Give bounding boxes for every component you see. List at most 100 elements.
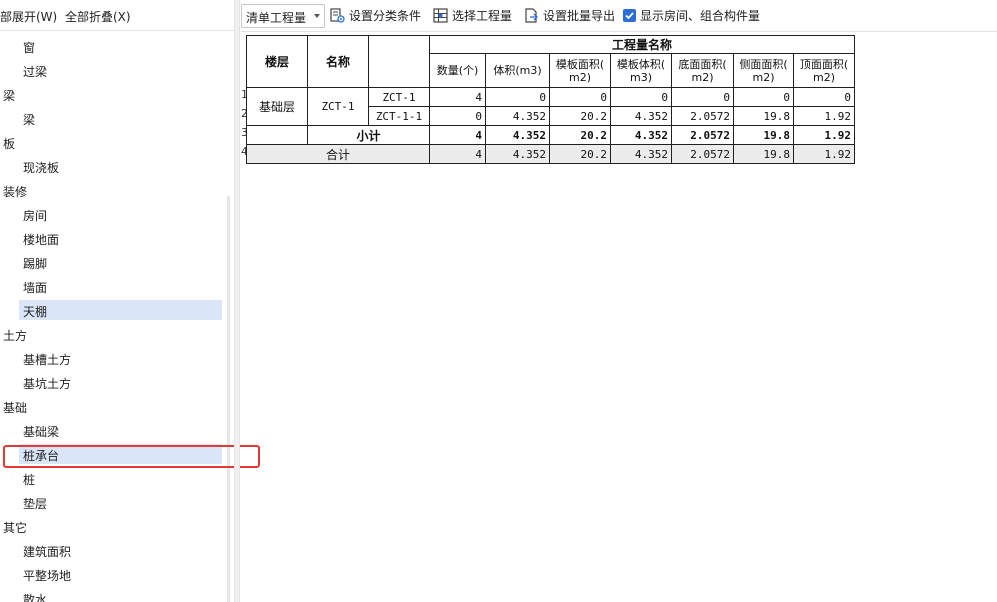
show-rooms-checkbox[interactable]: 显示房间、组合构件量 xyxy=(623,7,763,25)
panel-splitter[interactable] xyxy=(234,0,240,602)
value-cell: 2.0572 xyxy=(671,106,734,126)
tree-item-label: 平整场地 xyxy=(23,569,72,583)
quantity-report-table: 楼层 名称 工程量名称 数量(个) 体积(m3) 模板面积( m2) 模板体积( m3… xyxy=(246,35,855,164)
tree-item[interactable]: 墙面 xyxy=(0,276,228,300)
quantity-column-header[interactable]: 顶面面积( m2) xyxy=(793,53,855,88)
tree-item[interactable]: 房间 xyxy=(0,204,228,228)
tree-scrollbar[interactable] xyxy=(227,196,230,602)
selection-highlight xyxy=(19,36,222,56)
tree-item-label: 桩 xyxy=(23,473,36,487)
tree-item[interactable]: 建筑面积 xyxy=(0,540,228,564)
total-cell: 2.0572 xyxy=(671,144,734,164)
tree-category[interactable]: 基础 xyxy=(0,396,228,420)
selection-highlight xyxy=(19,588,222,602)
tree-category[interactable]: 其它 xyxy=(0,516,228,540)
value-cell: 4.352 xyxy=(485,106,550,126)
tree-item-label: 其它 xyxy=(3,521,28,535)
subname-header xyxy=(368,35,430,88)
tree-category[interactable]: 土方 xyxy=(0,324,228,348)
total-cell: 4 xyxy=(429,144,486,164)
quantity-column-header[interactable]: 数量(个) xyxy=(429,53,486,88)
chevron-down-icon xyxy=(314,14,320,18)
tree-item[interactable]: 桩 xyxy=(0,468,228,492)
tree-item-label: 房间 xyxy=(23,209,48,223)
tree-item[interactable]: 平整场地 xyxy=(0,564,228,588)
tree-item-label: 梁 xyxy=(23,113,36,127)
quantity-column-header[interactable]: 模板面积( m2) xyxy=(549,53,611,88)
value-cell: 0 xyxy=(610,87,672,107)
tree-category[interactable]: 板 xyxy=(0,132,228,156)
tree-category[interactable]: 梁 xyxy=(0,84,228,108)
total-cell: 19.8 xyxy=(733,144,794,164)
tree-item-label: 楼地面 xyxy=(23,233,60,247)
quantity-column-header[interactable]: 体积(m3) xyxy=(485,53,550,88)
show-rooms-label: 显示房间、组合构件量 xyxy=(640,9,761,23)
subtotal-cell: 20.2 xyxy=(549,125,611,145)
quantity-type-dropdown[interactable]: 清单工程量 xyxy=(241,4,325,28)
tree-item[interactable]: 桩承台 xyxy=(0,444,228,468)
value-cell: 4 xyxy=(429,87,486,107)
tree-item[interactable]: 现浇板 xyxy=(0,156,228,180)
subtotal-row[interactable]: 小计 4 4.352 20.2 4.352 2.0572 19.8 1.92 xyxy=(246,125,855,145)
selection-highlight xyxy=(19,468,222,488)
tree-item[interactable]: 基槽土方 xyxy=(0,348,228,372)
tree-item-label: 基础 xyxy=(3,401,28,415)
value-cell: 19.8 xyxy=(733,106,794,126)
selection-highlight xyxy=(19,252,222,272)
collapse-all-button[interactable]: 全部折叠(X) xyxy=(65,8,131,25)
tree-item-label: 天棚 xyxy=(23,305,48,319)
tree-item-label: 基础梁 xyxy=(23,425,60,439)
component-tree: 窗过梁梁梁板现浇板 装修 房间 楼地面 踢脚 墙面 天棚 土方 基槽土方 基坑土方 基础 基础梁 桩承台… xyxy=(0,36,228,602)
quantity-group-header: 工程量名称 xyxy=(429,35,855,54)
floor-cell: 基础层 xyxy=(246,87,308,126)
value-cell: 0 xyxy=(549,87,611,107)
value-cell: 0 xyxy=(429,106,486,126)
quantity-column-header[interactable]: 侧面面积( m2) xyxy=(733,53,794,88)
total-row[interactable]: 合计 4 4.352 20.2 4.352 2.0572 19.8 1.92 xyxy=(246,144,855,164)
tree-item[interactable]: 踢脚 xyxy=(0,252,228,276)
sub-name-cell: ZCT-1-1 xyxy=(368,106,430,126)
tree-item[interactable]: 散水 xyxy=(0,588,228,602)
empty-cell xyxy=(246,125,308,145)
table-row[interactable]: 基础层 ZCT-1 ZCT-1 4 0 0 0 0 0 0 xyxy=(246,87,855,126)
total-cell: 20.2 xyxy=(549,144,611,164)
subtotal-cell: 1.92 xyxy=(793,125,855,145)
total-cell: 1.92 xyxy=(793,144,855,164)
tree-item-label: 桩承台 xyxy=(23,449,60,463)
component-tree-panel: 部展开(W) 全部折叠(X) 窗过梁梁梁板现浇板 装修 房间 楼地面 踢脚 墙面 天棚 土方基… xyxy=(0,0,234,602)
quantity-column-header[interactable]: 底面面积( m2) xyxy=(671,53,734,88)
select-quantity-button[interactable]: 选择工程量 xyxy=(433,7,515,25)
value-cell: 0 xyxy=(793,87,855,107)
subtotal-cell: 19.8 xyxy=(733,125,794,145)
tree-item[interactable]: 过梁 xyxy=(0,60,228,84)
expand-all-button[interactable]: 部展开(W) xyxy=(0,8,57,25)
value-cell: 0 xyxy=(485,87,550,107)
floor-header: 楼层 xyxy=(246,35,308,88)
tree-item-label: 建筑面积 xyxy=(23,545,72,559)
tree-item[interactable]: 窗 xyxy=(0,36,228,60)
quantity-column-header[interactable]: 模板体积( m3) xyxy=(610,53,672,88)
value-cell: 1.92 xyxy=(793,106,855,126)
value-cell: 4.352 xyxy=(610,106,672,126)
tree-item-label: 过梁 xyxy=(23,65,48,79)
component-cell: ZCT-1 xyxy=(307,87,369,126)
tree-item-label: 板 xyxy=(3,137,16,151)
selection-highlight xyxy=(19,276,222,296)
tree-item-label: 现浇板 xyxy=(23,161,60,175)
tree-item[interactable]: 基础梁 xyxy=(0,420,228,444)
batch-export-button[interactable]: 设置批量导出 xyxy=(524,7,618,25)
selection-highlight xyxy=(19,204,222,224)
tree-item-label: 垫层 xyxy=(23,497,48,511)
checkbox-checked-icon xyxy=(623,9,636,22)
set-category-button[interactable]: 设置分类条件 xyxy=(330,7,424,25)
subtotal-label: 小计 xyxy=(307,125,430,145)
tree-item[interactable]: 天棚 xyxy=(0,300,228,324)
tree-category[interactable]: 装修 xyxy=(0,180,228,204)
tree-item[interactable]: 楼地面 xyxy=(0,228,228,252)
selection-highlight xyxy=(19,60,222,80)
tree-item[interactable]: 垫层 xyxy=(0,492,228,516)
sub-name-cell: ZCT-1 xyxy=(368,87,430,107)
tree-item[interactable]: 基坑土方 xyxy=(0,372,228,396)
tree-item[interactable]: 梁 xyxy=(0,108,228,132)
set-category-label: 设置分类条件 xyxy=(349,9,422,23)
